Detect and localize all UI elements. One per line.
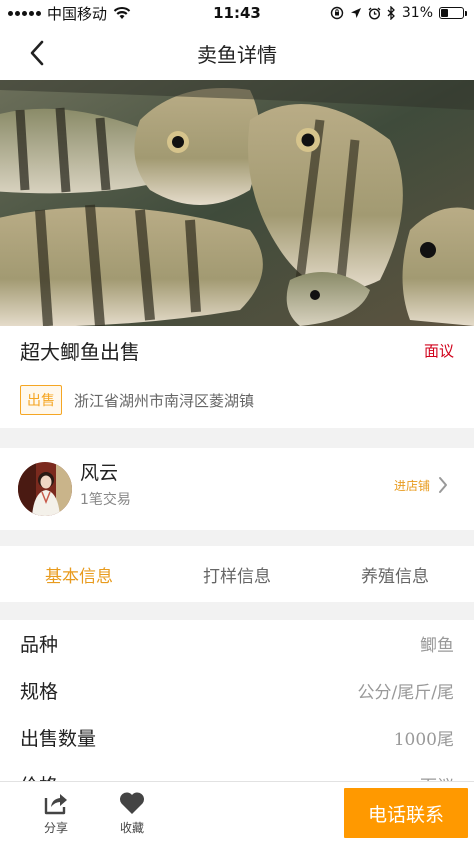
location-text: 浙江省湖州市南浔区菱湖镇: [74, 391, 255, 410]
tab-basic-info[interactable]: 基本信息: [0, 546, 158, 602]
nav-bar: 卖鱼详情: [0, 26, 474, 80]
carrier-name: 中国移动: [47, 4, 108, 23]
tab-sample-info[interactable]: 打样信息: [158, 546, 316, 602]
avatar-photo: [18, 462, 72, 516]
location-arrow-icon: [350, 8, 361, 18]
battery-icon: [439, 7, 467, 19]
sale-tag: 出售: [20, 385, 62, 415]
seller-trade-count: 1笔交易: [80, 491, 131, 508]
chevron-right-icon: [439, 477, 447, 493]
chevron-left-icon: [30, 40, 44, 66]
list-item: 品种 鲫鱼: [0, 620, 474, 667]
enter-shop-label: 进店铺: [393, 478, 430, 493]
call-button[interactable]: 电话联系: [344, 788, 468, 838]
favorite-label: 收藏: [119, 820, 144, 835]
info-value-spec: 公分/尾斤/尾: [357, 683, 454, 703]
divider: [0, 428, 474, 448]
wifi-icon: [113, 6, 131, 19]
enter-shop-link[interactable]: 进店铺: [394, 476, 448, 494]
status-bar: 中国移动 11:43 31%: [0, 0, 474, 26]
product-title: 超大鲫鱼出售: [20, 339, 140, 364]
info-tabs: 基本信息 打样信息 养殖信息: [0, 546, 474, 602]
product-title-row: 超大鲫鱼出售 面议: [0, 326, 474, 374]
status-left: 中国移动: [8, 3, 131, 24]
signal-icon: [8, 10, 41, 16]
alarm-icon: [368, 7, 381, 20]
tab-farming-info[interactable]: 养殖信息: [316, 546, 474, 602]
share-icon: [44, 793, 67, 814]
seller-info: 风云 1笔交易: [80, 458, 131, 509]
seller-card[interactable]: 风云 1笔交易 进店铺: [0, 448, 474, 530]
heart-icon: [119, 791, 145, 814]
location-row: 出售 浙江省湖州市南浔区菱湖镇: [0, 382, 474, 418]
share-label: 分享: [43, 820, 68, 835]
avatar[interactable]: [18, 462, 72, 516]
bottom-action-bar: 分享 收藏 电话联系: [0, 781, 474, 843]
basic-info-list: 品种 鲫鱼 规格 公分/尾斤/尾 出售数量 1000尾 价格 面议: [0, 620, 474, 808]
status-right: 31%: [330, 5, 467, 21]
share-button[interactable]: 分享: [18, 790, 94, 836]
info-label-spec: 规格: [20, 681, 59, 703]
fish-photo-illustration: [0, 80, 474, 326]
seller-name: 风云: [80, 461, 119, 484]
rotation-lock-icon: [330, 6, 344, 20]
back-button[interactable]: [22, 38, 52, 68]
list-item: 出售数量 1000尾: [0, 714, 474, 761]
info-value-quantity: 1000尾: [393, 730, 454, 750]
info-label-species: 品种: [20, 634, 59, 656]
product-photo[interactable]: [0, 80, 474, 326]
info-value-species: 鲫鱼: [420, 636, 454, 656]
page-title: 卖鱼详情: [197, 42, 277, 67]
divider: [0, 602, 474, 620]
info-label-quantity: 出售数量: [20, 728, 97, 750]
bluetooth-icon: [387, 6, 395, 20]
battery-percent: 31%: [401, 5, 433, 21]
price-label: 面议: [423, 341, 454, 360]
divider: [0, 530, 474, 546]
battery-level: [441, 9, 448, 17]
list-item: 规格 公分/尾斤/尾: [0, 667, 474, 714]
favorite-button[interactable]: 收藏: [94, 790, 170, 836]
